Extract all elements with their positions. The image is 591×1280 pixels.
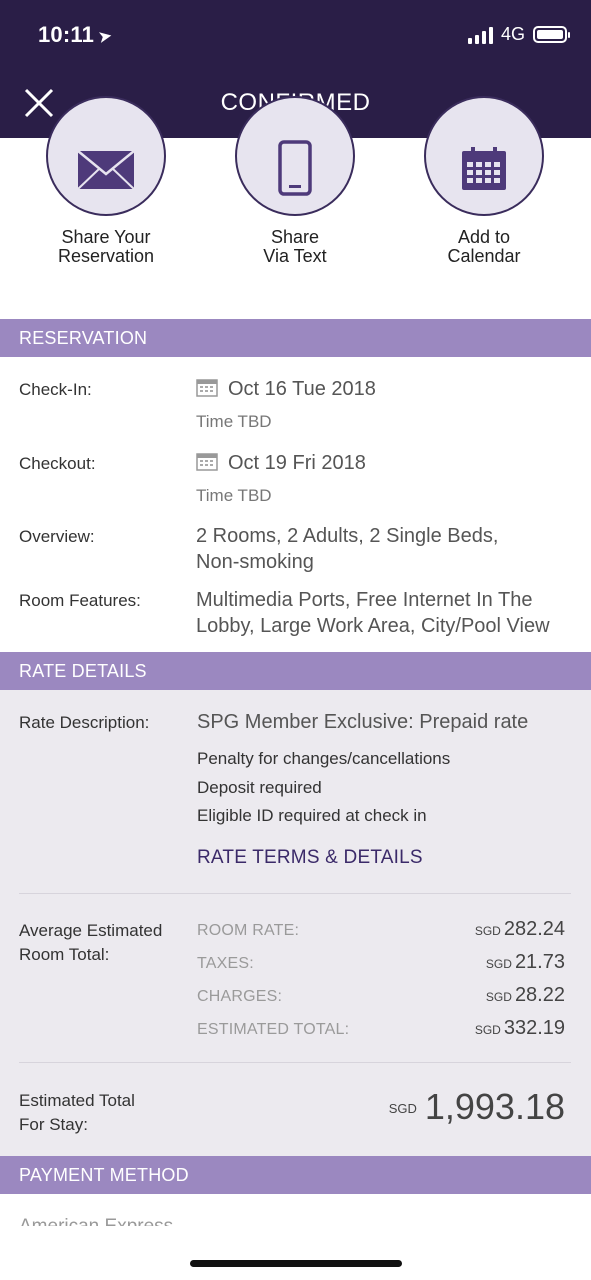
room-features-line2: Lobby, Large Work Area, City/Pool View (196, 615, 550, 637)
share-via-text-circle (235, 96, 355, 216)
divider-1 (19, 893, 571, 894)
home-indicator[interactable] (190, 1260, 402, 1267)
add-to-calendar-label: Add to Calendar (447, 227, 521, 266)
policy-eligible-id: Eligible ID required at check in (197, 806, 427, 825)
checkin-calendar-icon (196, 379, 218, 397)
stay-total-currency: SGD (388, 1101, 417, 1116)
signal-icon (467, 26, 493, 44)
estimated-total-amount: 332.19 (503, 1017, 565, 1039)
room-rate-value: SGD 282.24 (475, 918, 565, 941)
overview-label: Overview: (19, 527, 95, 546)
network-type: 4G (500, 24, 525, 44)
share-reservation-circle (46, 96, 166, 216)
checkout-time: Time TBD (196, 486, 272, 505)
charges-currency: SGD (485, 990, 512, 1004)
taxes-amount: 21.73 (514, 951, 565, 973)
share-reservation-button[interactable]: Share Your Reservation (11, 96, 201, 266)
add-to-calendar-circle (424, 96, 544, 216)
add-to-calendar-button[interactable]: Add to Calendar (389, 96, 579, 266)
home-bar-area (0, 1226, 591, 1280)
checkout-date: Oct 19 Fri 2018 (196, 450, 366, 476)
calendar-icon (462, 147, 506, 190)
rate-terms-link[interactable]: RATE TERMS & DETAILS (197, 847, 423, 869)
location-arrow-icon: ➤ (96, 25, 114, 48)
stay-total-amount: 1,993.18 (424, 1086, 565, 1127)
room-rate-amount: 282.24 (503, 918, 565, 940)
share-via-text-label: Share Via Text (263, 227, 327, 266)
charges-label: CHARGES: (197, 988, 283, 1005)
rate-details-section-header: RATE DETAILS (0, 652, 591, 690)
taxes-label: TAXES: (197, 955, 254, 972)
stay-total-value: SGD 1,993.18 (389, 1086, 565, 1128)
checkin-label: Check-In: (19, 380, 92, 399)
estimated-total-label: ESTIMATED TOTAL: (197, 1021, 350, 1038)
rate-description: SPG Member Exclusive: Prepaid rate (197, 711, 529, 733)
share-via-text-button[interactable]: Share Via Text (200, 96, 390, 266)
checkout-label: Checkout: (19, 454, 96, 473)
envelope-icon (77, 150, 135, 190)
taxes-currency: SGD (485, 957, 512, 971)
phone-icon (278, 140, 312, 196)
checkin-time: Time TBD (196, 412, 272, 431)
rate-description-label: Rate Description: (19, 713, 150, 732)
checkout-date-text: Oct 19 Fri 2018 (228, 452, 366, 474)
status-indicators: 4G (467, 24, 570, 45)
overview-line2: Non-smoking (196, 551, 314, 573)
stay-total-label-line2: For Stay: (19, 1115, 88, 1134)
status-time-text: 10:11 (38, 22, 95, 47)
room-rate-currency: SGD (474, 924, 501, 938)
checkin-date: Oct 16 Tue 2018 (196, 376, 376, 402)
room-rate-label: ROOM RATE: (197, 922, 300, 939)
status-time: 10:11 ➤ (38, 22, 114, 48)
charges-value: SGD 28.22 (486, 984, 565, 1007)
room-features-line1: Multimedia Ports, Free Internet In The (196, 589, 533, 611)
estimated-total-value: SGD 332.19 (475, 1017, 565, 1040)
reservation-section-header: RESERVATION (0, 319, 591, 357)
checkin-date-text: Oct 16 Tue 2018 (228, 378, 376, 400)
divider-2 (19, 1062, 571, 1063)
checkout-calendar-icon (196, 453, 218, 471)
taxes-value: SGD 21.73 (486, 951, 565, 974)
share-reservation-label: Share Your Reservation (57, 227, 155, 266)
charges-amount: 28.22 (514, 984, 565, 1006)
overview-line1: 2 Rooms, 2 Adults, 2 Single Beds, (196, 525, 499, 547)
policy-penalty: Penalty for changes/cancellations (197, 749, 451, 768)
action-row: Share Your Reservation Share Via Text Ad… (0, 96, 591, 318)
stay-total-label-line1: Estimated Total (19, 1091, 135, 1110)
estimated-total-currency: SGD (474, 1023, 501, 1037)
room-features-label: Room Features: (19, 591, 141, 610)
avg-room-total-label-line2: Room Total: (19, 945, 110, 964)
payment-method-section-header: PAYMENT METHOD (0, 1156, 591, 1194)
battery-icon (533, 26, 570, 43)
policy-deposit: Deposit required (197, 778, 322, 797)
avg-room-total-label-line1: Average Estimated (19, 921, 163, 940)
